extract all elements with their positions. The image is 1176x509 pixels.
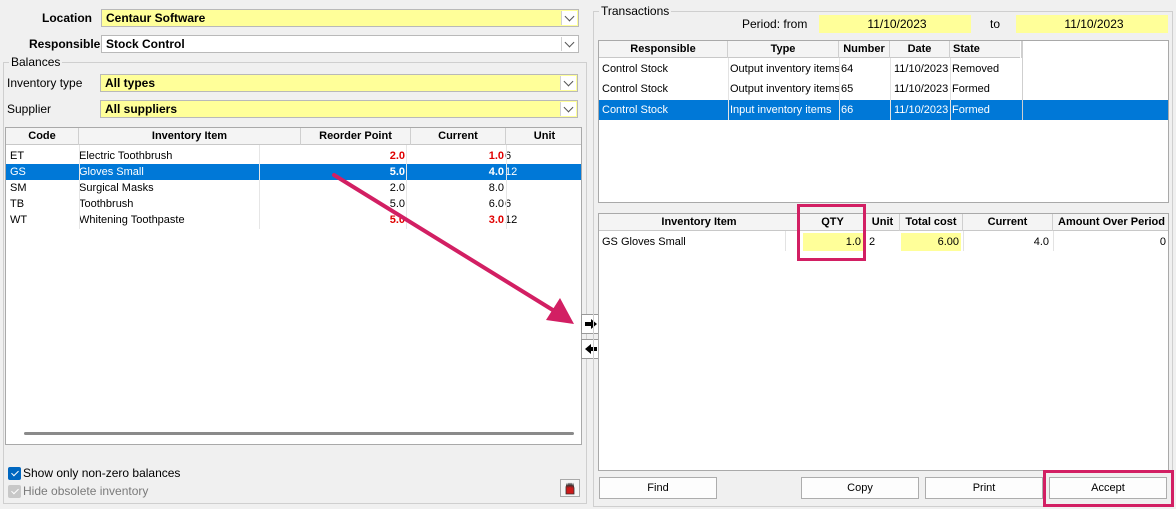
annotation-arrow [332,173,574,324]
